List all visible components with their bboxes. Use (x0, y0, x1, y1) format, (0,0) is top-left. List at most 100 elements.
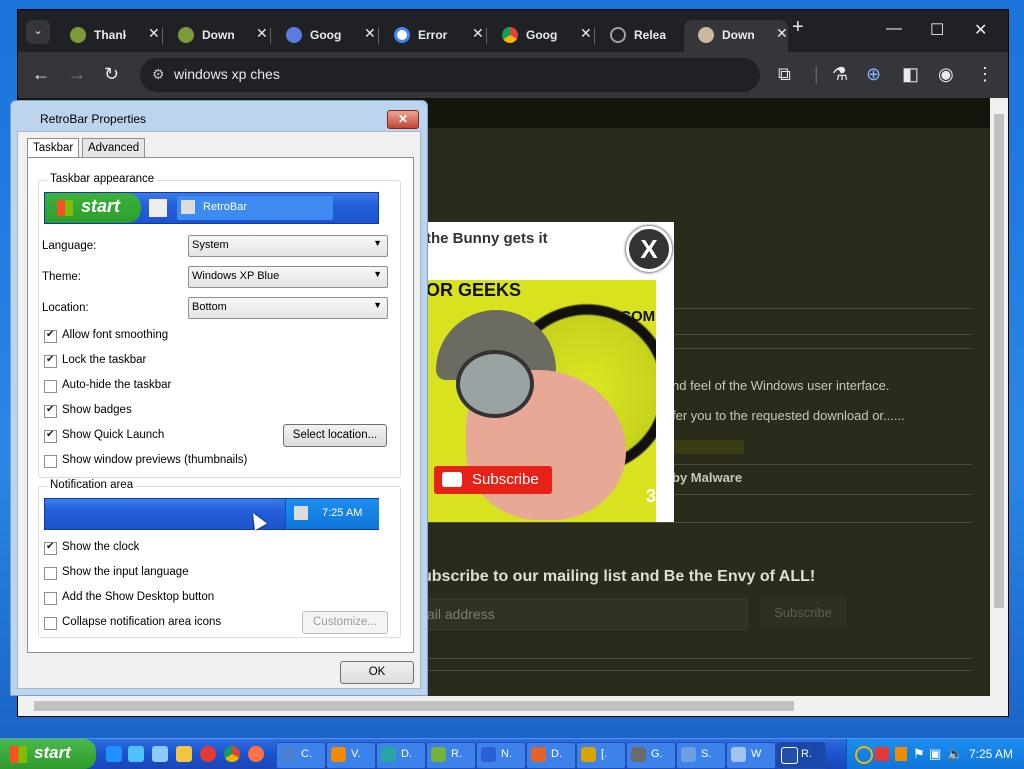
language-select[interactable]: System ▼ (188, 235, 388, 257)
security-icon[interactable] (875, 747, 889, 761)
tab-thank[interactable]: Thank ✕ (56, 20, 160, 52)
taskbar-task[interactable]: D. (376, 742, 426, 769)
checkbox[interactable] (44, 354, 57, 368)
taskbar-preview: start RetroBar (44, 192, 379, 224)
checkbox[interactable] (44, 455, 57, 468)
taskbar-task[interactable]: [. (576, 742, 626, 769)
tab-close-icon[interactable]: ✕ (472, 25, 484, 42)
theme-select[interactable]: Windows XP Blue ▼ (188, 266, 388, 288)
taskbar-task[interactable]: D. (526, 742, 576, 769)
ie-icon[interactable] (106, 746, 122, 762)
task-label: V. (351, 748, 361, 760)
vlc-icon (331, 747, 346, 762)
firefox-icon[interactable] (248, 746, 264, 762)
task-label: S. (701, 748, 712, 760)
subscribe-label: Subscribe (472, 471, 539, 488)
maximize-button[interactable]: ☐ (930, 20, 944, 40)
checkbox[interactable] (44, 541, 57, 555)
minimize-button[interactable]: — (886, 20, 902, 38)
retrobar-icon (181, 200, 195, 214)
window-close-button[interactable]: ✕ (974, 20, 987, 40)
dialog-close-button[interactable]: ✕ (387, 110, 419, 129)
taskbar-task[interactable]: C. (276, 742, 326, 769)
vertical-scrollbar[interactable] (990, 98, 1008, 696)
tab-download-active[interactable]: Down ✕ (684, 20, 788, 52)
forward-icon[interactable]: → (68, 64, 86, 85)
ok-button[interactable]: OK (340, 661, 414, 684)
location-select[interactable]: Bottom ▼ (188, 297, 388, 319)
checkbox[interactable] (44, 404, 57, 418)
volume-icon[interactable]: 🔈 (947, 746, 963, 762)
tab-taskbar[interactable]: Taskbar (27, 138, 80, 158)
tab-down-1[interactable]: Down ✕ (164, 20, 268, 52)
customize-button[interactable]: Customize... (302, 611, 388, 634)
tab-google-2[interactable]: Googl ✕ (488, 20, 592, 52)
email-input[interactable]: ail address (422, 598, 748, 630)
tab-strip: ⌄ Thank ✕ Down ✕ Googl ✕ Error ✕ Googl ✕… (18, 10, 1008, 52)
tab-close-icon[interactable]: ✕ (148, 25, 160, 42)
popup-close-button[interactable]: X (626, 226, 672, 272)
back-icon[interactable]: ← (32, 64, 50, 85)
site-info-icon[interactable]: ⚙ (152, 66, 165, 83)
taskbar-task-active[interactable]: R. (776, 742, 826, 769)
checkbox[interactable] (44, 617, 57, 630)
group-label: Taskbar appearance (47, 173, 158, 185)
side-panel-icon[interactable]: ◧ (902, 64, 919, 85)
firefox-icon (531, 747, 546, 762)
tab-close-icon[interactable]: ✕ (580, 25, 592, 42)
taskbar-task[interactable]: W (726, 742, 776, 769)
vlc-icon[interactable] (895, 747, 907, 761)
checkbox[interactable] (44, 429, 57, 443)
taskbar-task[interactable]: S. (676, 742, 726, 769)
checkbox[interactable] (44, 329, 57, 343)
subscribe-submit-button[interactable]: Subscribe (760, 598, 846, 628)
flag-icon[interactable]: ⚑ (913, 746, 925, 762)
tab-advanced[interactable]: Advanced (82, 138, 146, 158)
desktop-icon[interactable] (152, 746, 168, 762)
cartoon-image: OR GEEKS .COM Subscribe 3 (426, 280, 656, 522)
taskbar-task[interactable]: N. (476, 742, 526, 769)
messenger-icon[interactable] (128, 746, 144, 762)
start-button[interactable]: start (0, 739, 96, 769)
divider (422, 522, 972, 523)
labs-icon[interactable]: ⚗ (832, 64, 848, 85)
tab-close-icon[interactable]: ✕ (256, 25, 268, 42)
tab-search-button[interactable]: ⌄ (26, 20, 50, 44)
clock[interactable]: 7:25 AM (969, 747, 1013, 761)
scroll-thumb[interactable] (994, 114, 1004, 608)
taskbar-task[interactable]: R. (426, 742, 476, 769)
menu-icon[interactable]: ⋮ (976, 64, 994, 85)
tab-close-icon[interactable]: ✕ (364, 25, 376, 42)
new-tab-button[interactable]: + (792, 16, 804, 39)
subscribe-video-button[interactable]: Subscribe (434, 466, 552, 494)
download-icon[interactable]: ⊕ (866, 64, 881, 85)
network-icon[interactable]: ▣ (929, 746, 941, 762)
dialog-body: Taskbar Advanced Taskbar appearance star… (17, 131, 421, 689)
select-location-button[interactable]: Select location... (283, 424, 387, 447)
extensions-icon[interactable]: ⧉ (778, 64, 791, 85)
reload-icon[interactable]: ↻ (104, 64, 119, 85)
horizontal-scrollbar[interactable] (18, 696, 1008, 716)
taskbar-task[interactable]: G. (626, 742, 676, 769)
taskbar-task[interactable]: V. (326, 742, 376, 769)
scroll-thumb[interactable] (34, 701, 794, 711)
tab-error[interactable]: Error ✕ (380, 20, 484, 52)
checkbox-label: Show the input language (62, 566, 189, 578)
windows-flag-icon (10, 746, 27, 763)
profile-icon[interactable]: ◉ (938, 64, 954, 85)
opera-icon[interactable] (200, 746, 216, 762)
preview-start-button: start (45, 193, 141, 223)
tab-close-icon[interactable]: ✕ (776, 25, 788, 42)
address-bar[interactable]: ⚙ windows xp ches (140, 58, 760, 92)
chrome-icon[interactable] (224, 746, 240, 762)
search-icon[interactable] (855, 746, 873, 764)
language-label: Language: (42, 240, 97, 252)
tab-google-1[interactable]: Googl ✕ (272, 20, 376, 52)
checkbox[interactable] (44, 380, 57, 393)
checkbox[interactable] (44, 592, 57, 605)
tab-label: Down (202, 28, 234, 42)
task-label: G. (651, 748, 663, 760)
checkbox[interactable] (44, 567, 57, 580)
folder-icon[interactable] (176, 746, 192, 762)
task-label: R. (451, 748, 462, 760)
